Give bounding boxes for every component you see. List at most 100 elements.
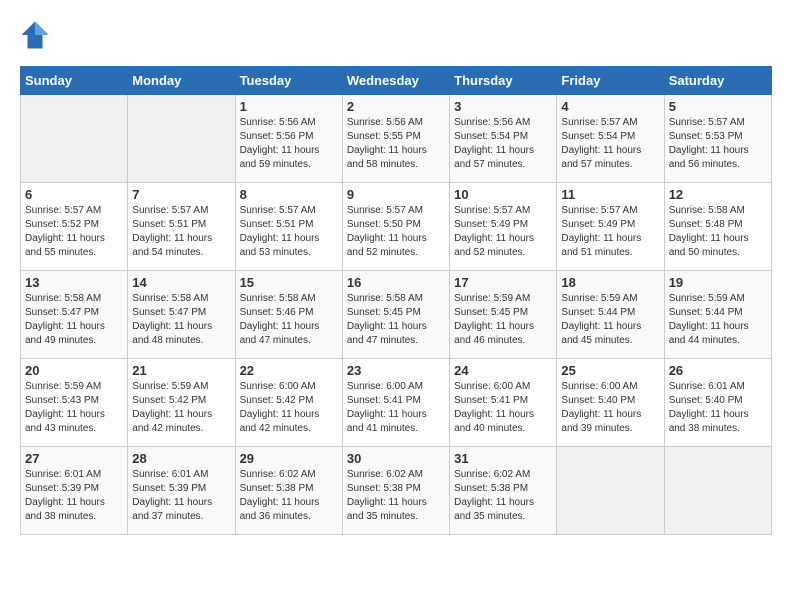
day-info: Sunrise: 5:57 AMSunset: 5:49 PMDaylight:…: [454, 204, 552, 260]
day-info: Sunrise: 5:57 AMSunset: 5:54 PMDaylight:…: [561, 116, 659, 172]
day-cell: 10 Sunrise: 5:57 AMSunset: 5:49 PMDayligh…: [450, 183, 557, 271]
day-info: Sunrise: 5:56 AMSunset: 5:55 PMDaylight:…: [347, 116, 445, 172]
day-info: Sunrise: 5:57 AMSunset: 5:53 PMDaylight:…: [669, 116, 767, 172]
day-info: Sunrise: 5:57 AMSunset: 5:50 PMDaylight:…: [347, 204, 445, 260]
day-info: Sunrise: 6:02 AMSunset: 5:38 PMDaylight:…: [454, 468, 552, 524]
day-info: Sunrise: 5:59 AMSunset: 5:44 PMDaylight:…: [669, 292, 767, 348]
day-number: 22: [240, 363, 338, 378]
day-cell: 23 Sunrise: 6:00 AMSunset: 5:41 PMDayligh…: [342, 359, 449, 447]
day-number: 23: [347, 363, 445, 378]
day-number: 15: [240, 275, 338, 290]
header-row: SundayMondayTuesdayWednesdayThursdayFrid…: [21, 67, 772, 95]
week-row-4: 20 Sunrise: 5:59 AMSunset: 5:43 PMDayligh…: [21, 359, 772, 447]
day-number: 8: [240, 187, 338, 202]
day-number: 10: [454, 187, 552, 202]
day-info: Sunrise: 6:00 AMSunset: 5:42 PMDaylight:…: [240, 380, 338, 436]
day-number: 13: [25, 275, 123, 290]
day-number: 9: [347, 187, 445, 202]
day-number: 19: [669, 275, 767, 290]
day-number: 3: [454, 99, 552, 114]
day-cell: 31 Sunrise: 6:02 AMSunset: 5:38 PMDayligh…: [450, 447, 557, 535]
day-cell: 15 Sunrise: 5:58 AMSunset: 5:46 PMDayligh…: [235, 271, 342, 359]
day-info: Sunrise: 5:56 AMSunset: 5:56 PMDaylight:…: [240, 116, 338, 172]
day-cell: 19 Sunrise: 5:59 AMSunset: 5:44 PMDayligh…: [664, 271, 771, 359]
day-info: Sunrise: 6:02 AMSunset: 5:38 PMDaylight:…: [240, 468, 338, 524]
week-row-3: 13 Sunrise: 5:58 AMSunset: 5:47 PMDayligh…: [21, 271, 772, 359]
day-number: 24: [454, 363, 552, 378]
day-number: 29: [240, 451, 338, 466]
col-header-friday: Friday: [557, 67, 664, 95]
day-cell: 29 Sunrise: 6:02 AMSunset: 5:38 PMDayligh…: [235, 447, 342, 535]
calendar-table: SundayMondayTuesdayWednesdayThursdayFrid…: [20, 66, 772, 535]
day-info: Sunrise: 5:57 AMSunset: 5:52 PMDaylight:…: [25, 204, 123, 260]
logo: [20, 20, 54, 50]
day-cell: 14 Sunrise: 5:58 AMSunset: 5:47 PMDayligh…: [128, 271, 235, 359]
day-cell: 9 Sunrise: 5:57 AMSunset: 5:50 PMDaylight…: [342, 183, 449, 271]
col-header-wednesday: Wednesday: [342, 67, 449, 95]
day-info: Sunrise: 5:59 AMSunset: 5:44 PMDaylight:…: [561, 292, 659, 348]
day-cell: 17Sunrise: 5:59 AMSunset: 5:45 PMDayligh…: [450, 271, 557, 359]
day-info: Sunrise: 6:00 AMSunset: 5:41 PMDaylight:…: [347, 380, 445, 436]
day-number: 30: [347, 451, 445, 466]
day-cell: 8 Sunrise: 5:57 AMSunset: 5:51 PMDaylight…: [235, 183, 342, 271]
day-number: 2: [347, 99, 445, 114]
col-header-saturday: Saturday: [664, 67, 771, 95]
day-cell: 4 Sunrise: 5:57 AMSunset: 5:54 PMDaylight…: [557, 95, 664, 183]
day-cell: 28 Sunrise: 6:01 AMSunset: 5:39 PMDayligh…: [128, 447, 235, 535]
col-header-monday: Monday: [128, 67, 235, 95]
day-cell: 11 Sunrise: 5:57 AMSunset: 5:49 PMDayligh…: [557, 183, 664, 271]
day-number: 25: [561, 363, 659, 378]
day-info: Sunrise: 5:58 AMSunset: 5:48 PMDaylight:…: [669, 204, 767, 260]
day-info: Sunrise: 5:57 AMSunset: 5:49 PMDaylight:…: [561, 204, 659, 260]
day-number: 12: [669, 187, 767, 202]
day-cell: 12 Sunrise: 5:58 AMSunset: 5:48 PMDayligh…: [664, 183, 771, 271]
day-info: Sunrise: 6:01 AMSunset: 5:40 PMDaylight:…: [669, 380, 767, 436]
day-cell: 13 Sunrise: 5:58 AMSunset: 5:47 PMDayligh…: [21, 271, 128, 359]
day-cell: 22 Sunrise: 6:00 AMSunset: 5:42 PMDayligh…: [235, 359, 342, 447]
day-cell: 18 Sunrise: 5:59 AMSunset: 5:44 PMDayligh…: [557, 271, 664, 359]
day-cell: 5 Sunrise: 5:57 AMSunset: 5:53 PMDaylight…: [664, 95, 771, 183]
day-info: Sunrise: 5:58 AMSunset: 5:46 PMDaylight:…: [240, 292, 338, 348]
day-number: 11: [561, 187, 659, 202]
day-info: Sunrise: 5:58 AMSunset: 5:47 PMDaylight:…: [25, 292, 123, 348]
week-row-2: 6 Sunrise: 5:57 AMSunset: 5:52 PMDaylight…: [21, 183, 772, 271]
day-number: 21: [132, 363, 230, 378]
day-number: 28: [132, 451, 230, 466]
day-number: 14: [132, 275, 230, 290]
week-row-5: 27Sunrise: 6:01 AMSunset: 5:39 PMDayligh…: [21, 447, 772, 535]
day-number: 31: [454, 451, 552, 466]
day-cell: [128, 95, 235, 183]
day-cell: [664, 447, 771, 535]
day-info: Sunrise: 5:57 AMSunset: 5:51 PMDaylight:…: [240, 204, 338, 260]
day-cell: [557, 447, 664, 535]
logo-icon: [20, 20, 50, 50]
day-number: 4: [561, 99, 659, 114]
day-cell: 2 Sunrise: 5:56 AMSunset: 5:55 PMDaylight…: [342, 95, 449, 183]
page-header: [20, 20, 772, 50]
day-info: Sunrise: 6:02 AMSunset: 5:38 PMDaylight:…: [347, 468, 445, 524]
day-number: 6: [25, 187, 123, 202]
day-info: Sunrise: 5:57 AMSunset: 5:51 PMDaylight:…: [132, 204, 230, 260]
day-cell: 24 Sunrise: 6:00 AMSunset: 5:41 PMDayligh…: [450, 359, 557, 447]
day-cell: 16 Sunrise: 5:58 AMSunset: 5:45 PMDayligh…: [342, 271, 449, 359]
day-number: 16: [347, 275, 445, 290]
day-number: 5: [669, 99, 767, 114]
day-cell: 6 Sunrise: 5:57 AMSunset: 5:52 PMDaylight…: [21, 183, 128, 271]
day-info: Sunrise: 5:59 AMSunset: 5:42 PMDaylight:…: [132, 380, 230, 436]
day-cell: 20 Sunrise: 5:59 AMSunset: 5:43 PMDayligh…: [21, 359, 128, 447]
day-number: 20: [25, 363, 123, 378]
day-info: Sunrise: 5:58 AMSunset: 5:45 PMDaylight:…: [347, 292, 445, 348]
day-info: Sunrise: 6:01 AMSunset: 5:39 PMDaylight:…: [132, 468, 230, 524]
day-number: 18: [561, 275, 659, 290]
day-info: Sunrise: 6:00 AMSunset: 5:40 PMDaylight:…: [561, 380, 659, 436]
day-info: Sunrise: 5:59 AMSunset: 5:45 PMDaylight:…: [454, 292, 552, 348]
col-header-thursday: Thursday: [450, 67, 557, 95]
day-cell: 3Sunrise: 5:56 AMSunset: 5:54 PMDaylight…: [450, 95, 557, 183]
day-cell: 21 Sunrise: 5:59 AMSunset: 5:42 PMDayligh…: [128, 359, 235, 447]
day-info: Sunrise: 6:00 AMSunset: 5:41 PMDaylight:…: [454, 380, 552, 436]
day-info: Sunrise: 6:01 AMSunset: 5:39 PMDaylight:…: [25, 468, 123, 524]
day-number: 26: [669, 363, 767, 378]
col-header-sunday: Sunday: [21, 67, 128, 95]
day-info: Sunrise: 5:59 AMSunset: 5:43 PMDaylight:…: [25, 380, 123, 436]
day-info: Sunrise: 5:58 AMSunset: 5:47 PMDaylight:…: [132, 292, 230, 348]
